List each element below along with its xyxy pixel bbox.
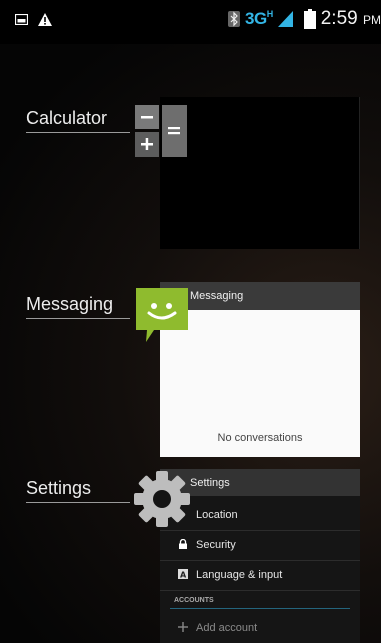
app-thumbnail[interactable] [160, 97, 360, 249]
calculator-icon [135, 105, 187, 157]
section-header-accounts: ACCOUNTS [174, 597, 214, 604]
bluetooth-icon [228, 11, 241, 27]
status-right-icons: 3GH 2:59 PM [228, 8, 381, 30]
status-bar: 3GH 2:59 PM [0, 0, 381, 44]
thumbnail-title: Messaging [160, 282, 360, 310]
settings-row-language: A Language & input [160, 561, 360, 591]
language-icon: A [178, 569, 188, 579]
warning-icon [38, 13, 52, 26]
app-thumbnail[interactable]: Messaging No conversations [160, 282, 360, 457]
svg-text:A: A [180, 571, 187, 580]
settings-gear-icon [134, 471, 190, 527]
app-label: Calculator [26, 108, 108, 128]
settings-row-security: Security [160, 531, 360, 561]
recent-apps-list: Calculator Messaging Messaging No conver… [0, 44, 381, 643]
clock: 2:59 PM [320, 8, 381, 29]
add-icon [178, 622, 188, 632]
app-label: Settings [26, 478, 92, 498]
label-divider [26, 318, 130, 319]
settings-row-add-account: Add account [160, 614, 360, 643]
label-divider [26, 502, 130, 503]
messaging-icon [136, 288, 188, 342]
section-divider [170, 608, 350, 609]
app-label: Messaging [26, 294, 114, 314]
battery-icon [303, 9, 316, 29]
empty-state-text: No conversations [217, 432, 303, 444]
label-divider [26, 132, 130, 133]
lock-icon [179, 539, 187, 549]
status-left-icons [15, 13, 52, 26]
signal-icon [277, 11, 293, 27]
network-type: 3GH [245, 9, 273, 28]
screenshot-icon [15, 14, 28, 25]
